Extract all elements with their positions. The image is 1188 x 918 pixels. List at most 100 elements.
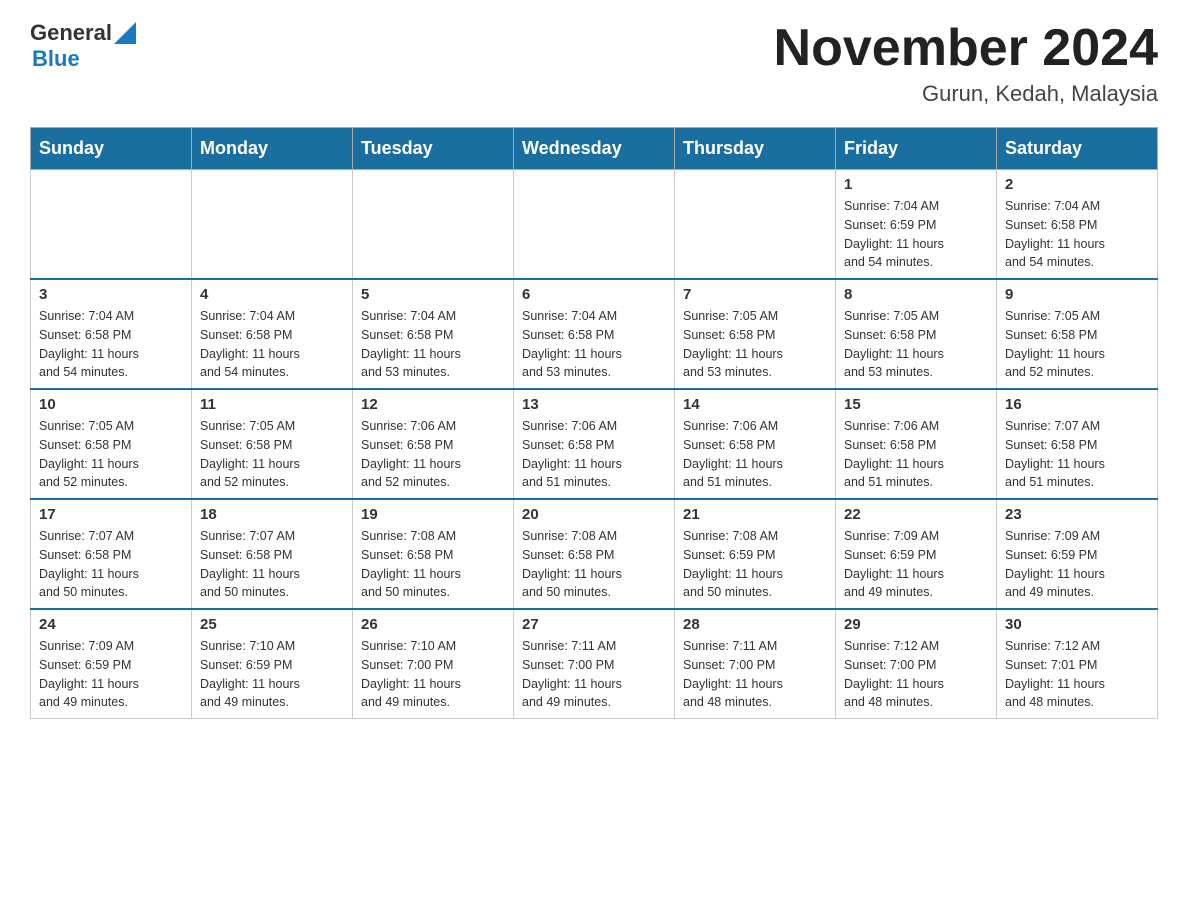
day-info: Sunrise: 7:07 AMSunset: 6:58 PMDaylight:…: [39, 527, 183, 602]
calendar-cell: 19 Sunrise: 7:08 AMSunset: 6:58 PMDayligh…: [353, 499, 514, 609]
calendar-cell: 4Sunrise: 7:04 AMSunset: 6:58 PMDaylight…: [192, 279, 353, 389]
calendar-cell: 23 Sunrise: 7:09 AMSunset: 6:59 PMDayligh…: [997, 499, 1158, 609]
day-info: Sunrise: 7:06 AMSunset: 6:58 PMDaylight:…: [522, 417, 666, 492]
weekday-header-row: SundayMondayTuesdayWednesdayThursdayFrid…: [31, 128, 1158, 170]
day-number: 26: [361, 616, 505, 633]
month-title: November 2024: [774, 20, 1158, 77]
day-number: 21: [683, 506, 827, 523]
day-info: Sunrise: 7:06 AMSunset: 6:58 PMDaylight:…: [683, 417, 827, 492]
day-number: 18: [200, 506, 344, 523]
day-info: Sunrise: 7:05 AMSunset: 6:58 PMDaylight:…: [39, 417, 183, 492]
day-info: Sunrise: 7:05 AMSunset: 6:58 PMDaylight:…: [200, 417, 344, 492]
calendar-cell: 29 Sunrise: 7:12 AMSunset: 7:00 PMDayligh…: [836, 609, 997, 719]
calendar-cell: 26 Sunrise: 7:10 AMSunset: 7:00 PMDayligh…: [353, 609, 514, 719]
day-info: Sunrise: 7:08 AMSunset: 6:58 PMDaylight:…: [361, 527, 505, 602]
day-info: Sunrise: 7:05 AMSunset: 6:58 PMDaylight:…: [844, 307, 988, 382]
logo-general-text: General: [30, 20, 112, 46]
day-info: Sunrise: 7:12 AMSunset: 7:00 PMDaylight:…: [844, 637, 988, 712]
day-info: Sunrise: 7:07 AMSunset: 6:58 PMDaylight:…: [200, 527, 344, 602]
calendar-cell: 14 Sunrise: 7:06 AMSunset: 6:58 PMDayligh…: [675, 389, 836, 499]
day-number: 1: [844, 176, 988, 193]
calendar-cell: 27 Sunrise: 7:11 AMSunset: 7:00 PMDayligh…: [514, 609, 675, 719]
day-info: Sunrise: 7:09 AMSunset: 6:59 PMDaylight:…: [844, 527, 988, 602]
day-number: 27: [522, 616, 666, 633]
page-header: General Blue November 2024 Gurun, Kedah,…: [30, 20, 1158, 107]
day-info: Sunrise: 7:09 AMSunset: 6:59 PMDaylight:…: [39, 637, 183, 712]
day-info: Sunrise: 7:09 AMSunset: 6:59 PMDaylight:…: [1005, 527, 1149, 602]
logo-icon: [114, 22, 136, 44]
calendar-cell: 22Sunrise: 7:09 AMSunset: 6:59 PMDayligh…: [836, 499, 997, 609]
day-number: 14: [683, 396, 827, 413]
day-info: Sunrise: 7:08 AMSunset: 6:59 PMDaylight:…: [683, 527, 827, 602]
calendar-week-row: 24Sunrise: 7:09 AMSunset: 6:59 PMDayligh…: [31, 609, 1158, 719]
calendar-cell: 9 Sunrise: 7:05 AMSunset: 6:58 PMDaylight…: [997, 279, 1158, 389]
weekday-header-wednesday: Wednesday: [514, 128, 675, 170]
day-number: 9: [1005, 286, 1149, 303]
day-info: Sunrise: 7:04 AMSunset: 6:58 PMDaylight:…: [522, 307, 666, 382]
day-number: 20: [522, 506, 666, 523]
calendar-cell: 8 Sunrise: 7:05 AMSunset: 6:58 PMDaylight…: [836, 279, 997, 389]
day-info: Sunrise: 7:05 AMSunset: 6:58 PMDaylight:…: [1005, 307, 1149, 382]
calendar-cell: 17 Sunrise: 7:07 AMSunset: 6:58 PMDayligh…: [31, 499, 192, 609]
title-section: November 2024 Gurun, Kedah, Malaysia: [774, 20, 1158, 107]
day-number: 13: [522, 396, 666, 413]
day-info: Sunrise: 7:10 AMSunset: 6:59 PMDaylight:…: [200, 637, 344, 712]
calendar-cell: 6Sunrise: 7:04 AMSunset: 6:58 PMDaylight…: [514, 279, 675, 389]
calendar-cell: [675, 170, 836, 280]
calendar-cell: 2Sunrise: 7:04 AMSunset: 6:58 PMDaylight…: [997, 170, 1158, 280]
day-number: 30: [1005, 616, 1149, 633]
calendar-cell: 13 Sunrise: 7:06 AMSunset: 6:58 PMDayligh…: [514, 389, 675, 499]
day-number: 8: [844, 286, 988, 303]
weekday-header-saturday: Saturday: [997, 128, 1158, 170]
calendar-cell: 11 Sunrise: 7:05 AMSunset: 6:58 PMDayligh…: [192, 389, 353, 499]
calendar-cell: 25Sunrise: 7:10 AMSunset: 6:59 PMDayligh…: [192, 609, 353, 719]
location-title: Gurun, Kedah, Malaysia: [774, 81, 1158, 107]
day-info: Sunrise: 7:11 AMSunset: 7:00 PMDaylight:…: [683, 637, 827, 712]
calendar-cell: 3Sunrise: 7:04 AMSunset: 6:58 PMDaylight…: [31, 279, 192, 389]
weekday-header-tuesday: Tuesday: [353, 128, 514, 170]
day-number: 23: [1005, 506, 1149, 523]
day-info: Sunrise: 7:04 AMSunset: 6:58 PMDaylight:…: [361, 307, 505, 382]
day-number: 11: [200, 396, 344, 413]
day-info: Sunrise: 7:06 AMSunset: 6:58 PMDaylight:…: [361, 417, 505, 492]
calendar-cell: 16 Sunrise: 7:07 AMSunset: 6:58 PMDayligh…: [997, 389, 1158, 499]
day-info: Sunrise: 7:07 AMSunset: 6:58 PMDaylight:…: [1005, 417, 1149, 492]
day-info: Sunrise: 7:04 AMSunset: 6:58 PMDaylight:…: [200, 307, 344, 382]
weekday-header-thursday: Thursday: [675, 128, 836, 170]
day-info: Sunrise: 7:11 AMSunset: 7:00 PMDaylight:…: [522, 637, 666, 712]
day-info: Sunrise: 7:10 AMSunset: 7:00 PMDaylight:…: [361, 637, 505, 712]
calendar-cell: 30Sunrise: 7:12 AMSunset: 7:01 PMDayligh…: [997, 609, 1158, 719]
calendar-cell: 21 Sunrise: 7:08 AMSunset: 6:59 PMDayligh…: [675, 499, 836, 609]
day-info: Sunrise: 7:06 AMSunset: 6:58 PMDaylight:…: [844, 417, 988, 492]
calendar-cell: 10 Sunrise: 7:05 AMSunset: 6:58 PMDayligh…: [31, 389, 192, 499]
calendar-cell: 1 Sunrise: 7:04 AMSunset: 6:59 PMDaylight…: [836, 170, 997, 280]
calendar-cell: 24Sunrise: 7:09 AMSunset: 6:59 PMDayligh…: [31, 609, 192, 719]
calendar-cell: [31, 170, 192, 280]
calendar-cell: 20Sunrise: 7:08 AMSunset: 6:58 PMDayligh…: [514, 499, 675, 609]
day-number: 28: [683, 616, 827, 633]
calendar-cell: 7 Sunrise: 7:05 AMSunset: 6:58 PMDaylight…: [675, 279, 836, 389]
calendar-cell: 28 Sunrise: 7:11 AMSunset: 7:00 PMDayligh…: [675, 609, 836, 719]
day-info: Sunrise: 7:04 AMSunset: 6:59 PMDaylight:…: [844, 197, 988, 272]
calendar-cell: 12 Sunrise: 7:06 AMSunset: 6:58 PMDayligh…: [353, 389, 514, 499]
calendar-week-row: 1 Sunrise: 7:04 AMSunset: 6:59 PMDaylight…: [31, 170, 1158, 280]
calendar-table: SundayMondayTuesdayWednesdayThursdayFrid…: [30, 127, 1158, 719]
calendar-week-row: 3Sunrise: 7:04 AMSunset: 6:58 PMDaylight…: [31, 279, 1158, 389]
day-number: 17: [39, 506, 183, 523]
calendar-cell: [192, 170, 353, 280]
calendar-week-row: 17 Sunrise: 7:07 AMSunset: 6:58 PMDayligh…: [31, 499, 1158, 609]
day-number: 15: [844, 396, 988, 413]
calendar-cell: 5Sunrise: 7:04 AMSunset: 6:58 PMDaylight…: [353, 279, 514, 389]
day-number: 19: [361, 506, 505, 523]
calendar-cell: 18 Sunrise: 7:07 AMSunset: 6:58 PMDayligh…: [192, 499, 353, 609]
day-number: 29: [844, 616, 988, 633]
logo-blue-text: Blue: [32, 46, 80, 72]
day-number: 12: [361, 396, 505, 413]
day-number: 7: [683, 286, 827, 303]
day-number: 16: [1005, 396, 1149, 413]
day-number: 10: [39, 396, 183, 413]
day-info: Sunrise: 7:04 AMSunset: 6:58 PMDaylight:…: [1005, 197, 1149, 272]
weekday-header-friday: Friday: [836, 128, 997, 170]
day-info: Sunrise: 7:05 AMSunset: 6:58 PMDaylight:…: [683, 307, 827, 382]
calendar-week-row: 10 Sunrise: 7:05 AMSunset: 6:58 PMDayligh…: [31, 389, 1158, 499]
